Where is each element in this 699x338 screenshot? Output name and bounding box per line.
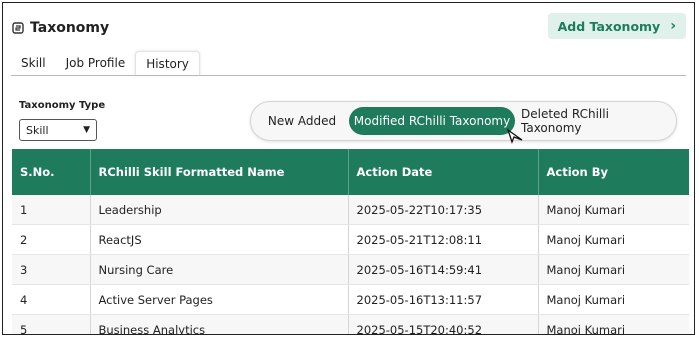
add-taxonomy-label: Add Taxonomy [557,18,661,34]
column-header-skill-name[interactable]: RChilli Skill Formatted Name [90,149,349,195]
cell-action-by: Manoj Kumari [538,195,689,225]
cell-action-by: Manoj Kumari [538,224,689,255]
cell-skill-name: Active Server Pages [90,284,349,315]
segment-new-added[interactable]: New Added [257,107,347,135]
tab-history[interactable]: History [135,51,200,75]
table-row: 3 Nursing Care 2025-05-16T14:59:41 Manoj… [12,254,689,285]
column-header-action-by[interactable]: Action By [538,149,689,195]
segment-deleted-rchilli-taxonomy[interactable]: Deleted RChilli Taxonomy [521,107,673,135]
add-taxonomy-button[interactable]: Add Taxonomy › [547,13,686,39]
column-header-sno[interactable]: S.No. [12,149,91,195]
cell-action-by: Manoj Kumari [538,254,689,285]
cell-skill-name: Business Analytics [90,314,349,334]
chevron-down-icon: ▼ [83,125,90,135]
tab-bar: Skill Job Profile History [11,51,200,75]
history-segment-control: New Added Modified RChilli Taxonomy Dele… [250,101,677,141]
cell-skill-name: Nursing Care [90,254,349,285]
cell-action-date: 2025-05-16T14:59:41 [348,254,539,285]
taxonomy-logo-icon [12,22,24,34]
tab-divider [11,75,686,76]
cell-sno: 2 [12,224,91,255]
taxonomy-type-select[interactable]: Skill ▼ [19,119,97,141]
chevron-right-icon: › [670,18,676,34]
history-table: S.No. RChilli Skill Formatted Name Actio… [12,149,689,334]
cell-sno: 1 [12,195,91,225]
table-row: 5 Business Analytics 2025-05-15T20:40:52… [12,314,689,334]
cell-sno: 4 [12,284,91,315]
table-row: 4 Active Server Pages 2025-05-16T13:11:5… [12,284,689,315]
page-header: Taxonomy [12,14,109,42]
segment-modified-rchilli-taxonomy[interactable]: Modified RChilli Taxonomy [349,107,515,135]
cell-skill-name: ReactJS [90,224,349,255]
table-row: 2 ReactJS 2025-05-21T12:08:11 Manoj Kuma… [12,224,689,255]
taxonomy-panel: Taxonomy Add Taxonomy › Skill Job Profil… [2,2,695,335]
taxonomy-type-value: Skill [26,123,49,137]
history-table-container: S.No. RChilli Skill Formatted Name Actio… [12,149,689,334]
table-header-row: S.No. RChilli Skill Formatted Name Actio… [12,149,689,195]
table-row: 1 Leadership 2025-05-22T10:17:35 Manoj K… [12,195,689,225]
tab-job-profile[interactable]: Job Profile [56,51,136,75]
mouse-cursor-icon [506,128,523,144]
tab-skill[interactable]: Skill [11,51,56,75]
cell-action-by: Manoj Kumari [538,314,689,334]
column-header-action-date[interactable]: Action Date [348,149,539,195]
cell-action-by: Manoj Kumari [538,284,689,315]
cell-sno: 5 [12,314,91,334]
cell-action-date: 2025-05-21T12:08:11 [348,224,539,255]
cell-skill-name: Leadership [90,195,349,225]
cell-action-date: 2025-05-16T13:11:57 [348,284,539,315]
taxonomy-type-label: Taxonomy Type [19,100,106,111]
page-title: Taxonomy [30,20,110,36]
cell-action-date: 2025-05-15T20:40:52 [348,314,539,334]
cell-sno: 3 [12,254,91,285]
cell-action-date: 2025-05-22T10:17:35 [348,195,539,225]
